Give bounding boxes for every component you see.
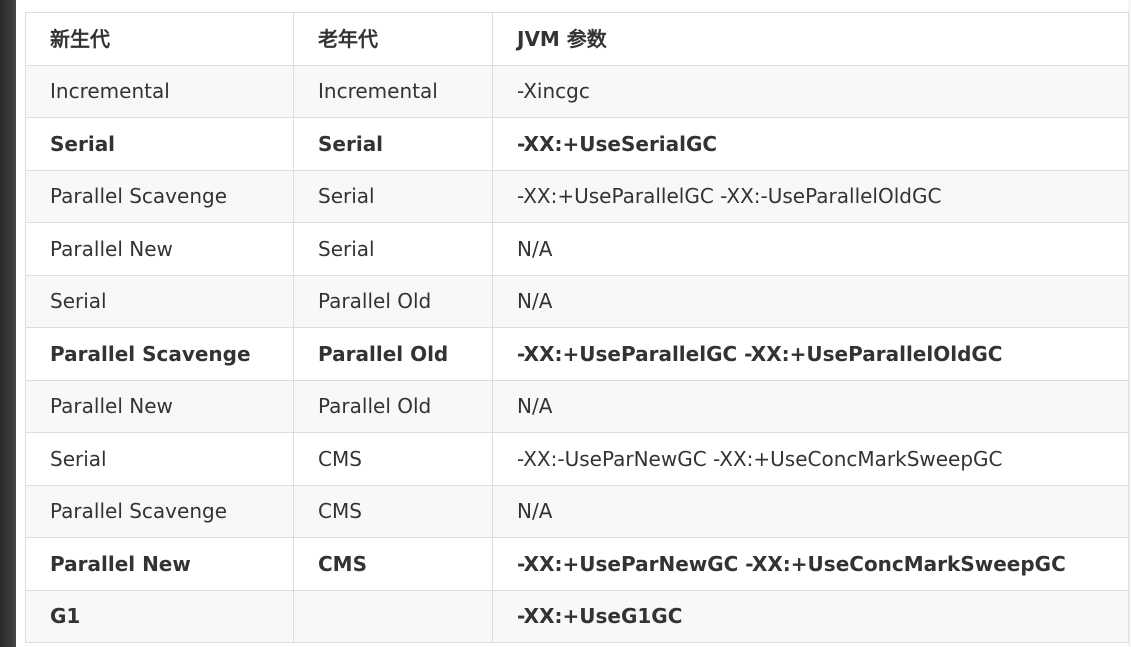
header-row: 新生代 老年代 JVM 参数 bbox=[25, 12, 1129, 66]
table-row: Parallel New Serial N/A bbox=[25, 222, 1129, 276]
gc-combination-table-container: 新生代 老年代 JVM 参数 Incremental Incremental -… bbox=[25, 12, 1129, 643]
cell-jvm-parameter: N/A bbox=[492, 274, 1129, 328]
cell-jvm-parameter: N/A bbox=[492, 379, 1129, 433]
gc-combination-table: 新生代 老年代 JVM 参数 Incremental Incremental -… bbox=[25, 12, 1129, 643]
cell-old-generation: Serial bbox=[293, 117, 493, 171]
cell-young-generation: Serial bbox=[25, 117, 294, 171]
cell-jvm-parameter: N/A bbox=[492, 222, 1129, 276]
cell-jvm-parameter: -XX:+UseSerialGC bbox=[492, 117, 1129, 171]
cell-jvm-parameter: -XX:+UseParallelGC -XX:-UseParallelOldGC bbox=[492, 169, 1129, 223]
table-row: Serial Parallel Old N/A bbox=[25, 274, 1129, 328]
cell-young-generation: Serial bbox=[25, 274, 294, 328]
cell-jvm-parameter: -XX:+UseParallelGC -XX:+UseParallelOldGC bbox=[492, 327, 1129, 381]
table-row: Parallel Scavenge Parallel Old -XX:+UseP… bbox=[25, 327, 1129, 381]
cell-young-generation: Parallel New bbox=[25, 222, 294, 276]
cell-young-generation: Parallel Scavenge bbox=[25, 484, 294, 538]
cell-young-generation: Parallel New bbox=[25, 379, 294, 433]
cell-young-generation: Parallel Scavenge bbox=[25, 327, 294, 381]
header-jvm-parameters: JVM 参数 bbox=[492, 12, 1129, 66]
cell-old-generation: Serial bbox=[293, 169, 493, 223]
cell-jvm-parameter: N/A bbox=[492, 484, 1129, 538]
table-row: Parallel New CMS -XX:+UseParNewGC -XX:+U… bbox=[25, 537, 1129, 591]
cell-old-generation: CMS bbox=[293, 484, 493, 538]
cell-old-generation: Serial bbox=[293, 222, 493, 276]
cell-old-generation: Incremental bbox=[293, 64, 493, 118]
cell-jvm-parameter: -XX:+UseG1GC bbox=[492, 589, 1129, 643]
table-row: Serial Serial -XX:+UseSerialGC bbox=[25, 117, 1129, 171]
cell-young-generation: Serial bbox=[25, 432, 294, 486]
table-row: Parallel New Parallel Old N/A bbox=[25, 379, 1129, 433]
table-row: Parallel Scavenge CMS N/A bbox=[25, 484, 1129, 538]
table-header: 新生代 老年代 JVM 参数 bbox=[25, 12, 1129, 66]
cell-old-generation: CMS bbox=[293, 432, 493, 486]
cell-young-generation: G1 bbox=[25, 589, 294, 643]
table-row: Incremental Incremental -Xincgc bbox=[25, 64, 1129, 118]
cell-old-generation: Parallel Old bbox=[293, 379, 493, 433]
cell-old-generation: CMS bbox=[293, 537, 493, 591]
cell-young-generation: Parallel Scavenge bbox=[25, 169, 294, 223]
table-row: Serial CMS -XX:-UseParNewGC -XX:+UseConc… bbox=[25, 432, 1129, 486]
cell-old-generation: Parallel Old bbox=[293, 274, 493, 328]
cell-young-generation: Incremental bbox=[25, 64, 294, 118]
cell-old-generation bbox=[293, 589, 493, 643]
header-young-generation: 新生代 bbox=[25, 12, 294, 66]
cell-jvm-parameter: -XX:+UseParNewGC -XX:+UseConcMarkSweepGC bbox=[492, 537, 1129, 591]
left-window-edge bbox=[0, 0, 16, 647]
table-body: Incremental Incremental -Xincgc Serial S… bbox=[25, 64, 1129, 643]
cell-young-generation: Parallel New bbox=[25, 537, 294, 591]
cell-jvm-parameter: -XX:-UseParNewGC -XX:+UseConcMarkSweepGC bbox=[492, 432, 1129, 486]
table-row: G1 -XX:+UseG1GC bbox=[25, 589, 1129, 643]
table-row: Parallel Scavenge Serial -XX:+UseParalle… bbox=[25, 169, 1129, 223]
header-old-generation: 老年代 bbox=[293, 12, 493, 66]
cell-jvm-parameter: -Xincgc bbox=[492, 64, 1129, 118]
cell-old-generation: Parallel Old bbox=[293, 327, 493, 381]
